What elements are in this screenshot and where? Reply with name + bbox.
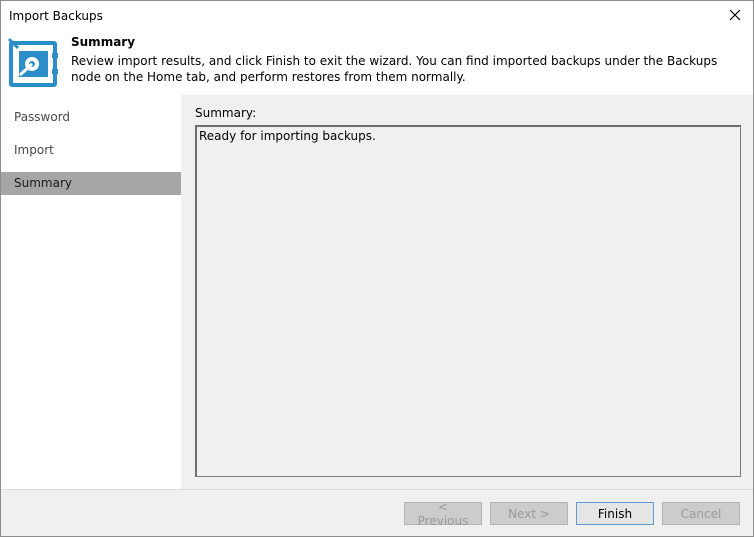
step-title: Summary [71,35,136,49]
step-password[interactable]: Password [1,106,181,129]
summary-panel: Summary: Ready for importing backups. [181,95,753,489]
step-description: Review import results, and click Finish … [71,54,718,84]
summary-label: Summary: [195,106,257,120]
import-backups-dialog: Import Backups Summary Review import res… [0,0,754,537]
previous-button[interactable]: < Previous [404,500,482,528]
step-summary[interactable]: Summary [1,172,181,195]
summary-text: Ready for importing backups. [199,129,376,143]
wizard-steps: Password Import Summary [1,95,181,489]
next-button[interactable]: Next > [490,502,568,525]
window-title: Import Backups [9,9,103,23]
close-button[interactable] [723,4,747,26]
cancel-button[interactable]: Cancel [662,502,740,525]
wizard-footer: < Previous Next > Finish Cancel [1,489,753,536]
step-import[interactable]: Import [1,139,181,162]
vault-icon [8,37,58,87]
title-bar: Import Backups [1,1,753,32]
wizard-header: Summary Review import results, and click… [1,32,753,95]
finish-button[interactable]: Finish [576,502,654,525]
summary-textarea[interactable]: Ready for importing backups. [195,125,741,477]
close-icon [729,9,741,21]
